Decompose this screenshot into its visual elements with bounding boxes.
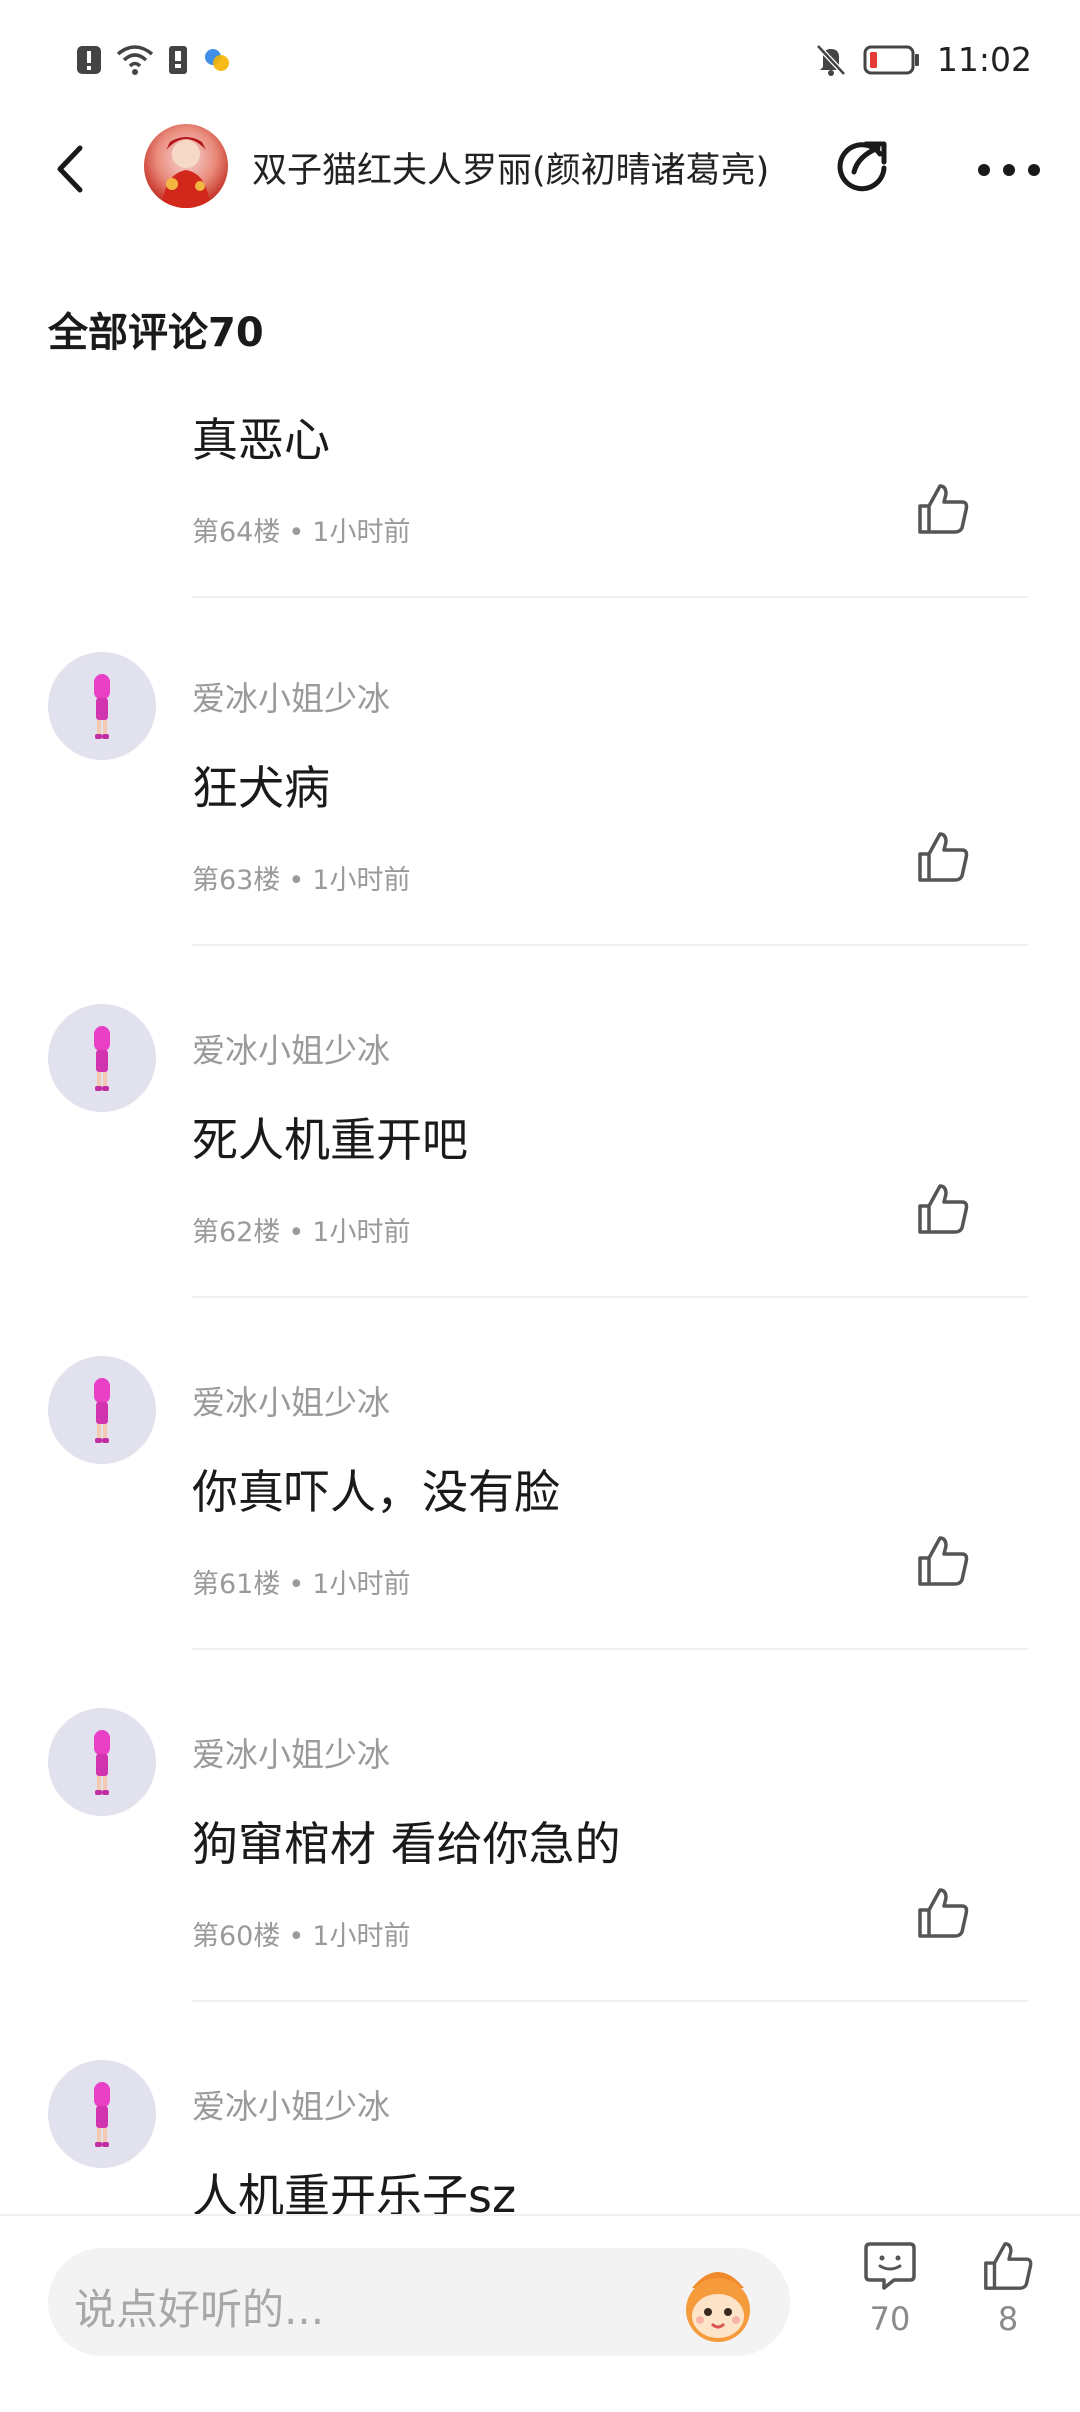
divider <box>192 944 1028 946</box>
battery-icon <box>863 45 919 74</box>
separator-dot: • <box>288 1569 305 1600</box>
separator-dot: • <box>288 865 305 896</box>
separator-dot: • <box>288 1921 305 1952</box>
comment-username[interactable]: 爱冰小姐少冰 <box>192 1728 390 1776</box>
floor-number: 第62楼 <box>192 1217 281 1248</box>
comments-button[interactable]: 70 <box>850 2238 930 2338</box>
avatar-image <box>94 1730 110 1795</box>
comment-bubble-icon <box>864 2242 916 2290</box>
sim-icon <box>169 46 187 74</box>
comment-username[interactable]: 爱冰小姐少冰 <box>192 672 390 720</box>
top-app-bar: 双子猫红夫人罗丽(颜初晴诸葛亮) <box>0 120 1080 218</box>
notification-icon <box>77 46 101 74</box>
clock: 11:02 <box>936 40 1032 79</box>
bottom-comment-bar: 说点好听的... 70 8 <box>0 2214 1080 2390</box>
comment-count: 70 <box>869 2300 911 2338</box>
like-post-button[interactable]: 8 <box>968 2238 1048 2338</box>
comment-meta: 第63楼 • 1小时前 <box>192 858 410 897</box>
comment-meta: 第60楼 • 1小时前 <box>192 1914 410 1953</box>
comment-item: 真恶心 第64楼 • 1小时前 <box>0 304 1080 656</box>
status-bar: 11:02 <box>0 0 1080 130</box>
comment-text: 狗窜棺材 看给你急的 <box>192 1817 621 1871</box>
comment-meta: 第62楼 • 1小时前 <box>192 1210 410 1249</box>
separator-dot: • <box>288 1217 305 1248</box>
user-avatar[interactable] <box>48 652 156 760</box>
user-avatar[interactable] <box>48 1004 156 1112</box>
back-button[interactable] <box>46 142 100 196</box>
avatar-image <box>94 674 110 739</box>
mute-icon <box>816 43 846 76</box>
comment-time: 1小时前 <box>312 517 411 548</box>
like-icon[interactable] <box>914 1180 972 1238</box>
like-icon[interactable] <box>914 1532 972 1590</box>
comment-text: 狂犬病 <box>192 761 330 815</box>
comment-item: 爱冰小姐少冰 狂犬病 第63楼 • 1小时前 <box>0 652 1080 1004</box>
thumbs-up-icon <box>984 2242 1033 2290</box>
like-count: 8 <box>997 2300 1019 2338</box>
comment-input-placeholder: 说点好听的... <box>74 2285 325 2334</box>
floor-number: 第63楼 <box>192 865 281 896</box>
divider <box>192 1648 1028 1650</box>
app-icon <box>205 49 229 71</box>
page-title: 双子猫红夫人罗丽(颜初晴诸葛亮) <box>252 151 770 191</box>
status-icons-left <box>76 44 232 76</box>
comment-username[interactable]: 爱冰小姐少冰 <box>192 1024 390 1072</box>
floor-number: 第61楼 <box>192 1569 281 1600</box>
status-icons-right: 11:02 <box>815 40 1032 79</box>
like-icon[interactable] <box>914 1884 972 1942</box>
divider <box>192 1296 1028 1298</box>
comment-item: 爱冰小姐少冰 狗窜棺材 看给你急的 第60楼 • 1小时前 <box>0 1708 1080 2060</box>
comment-username[interactable]: 爱冰小姐少冰 <box>192 2080 390 2128</box>
floor-number: 第60楼 <box>192 1921 281 1952</box>
separator-dot: • <box>288 517 305 548</box>
divider <box>192 596 1028 598</box>
comment-time: 1小时前 <box>312 1921 411 1952</box>
comment-time: 1小时前 <box>312 1217 411 1248</box>
share-icon[interactable] <box>832 134 894 196</box>
comment-text: 死人机重开吧 <box>192 1113 468 1167</box>
comment-meta: 第61楼 • 1小时前 <box>192 1562 410 1601</box>
user-avatar[interactable] <box>48 1356 156 1464</box>
more-options-icon[interactable] <box>974 150 1044 190</box>
comment-time: 1小时前 <box>312 1569 411 1600</box>
comment-text: 你真吓人，没有脸 <box>192 1465 560 1519</box>
like-icon[interactable] <box>914 480 972 538</box>
comment-item: 爱冰小姐少冰 你真吓人，没有脸 第61楼 • 1小时前 <box>0 1356 1080 1708</box>
comment-time: 1小时前 <box>312 865 411 896</box>
divider <box>192 2000 1028 2002</box>
user-avatar[interactable] <box>48 2060 156 2168</box>
emoji-mascot-icon[interactable] <box>672 2258 764 2350</box>
comment-username[interactable]: 爱冰小姐少冰 <box>192 1376 390 1424</box>
avatar-image <box>94 1026 110 1091</box>
floor-number: 第64楼 <box>192 517 281 548</box>
comment-input[interactable]: 说点好听的... <box>48 2248 790 2356</box>
comment-meta: 第64楼 • 1小时前 <box>192 510 410 549</box>
user-avatar[interactable] <box>48 1708 156 1816</box>
like-icon[interactable] <box>914 828 972 886</box>
comment-item: 爱冰小姐少冰 死人机重开吧 第62楼 • 1小时前 <box>0 1004 1080 1356</box>
author-avatar[interactable] <box>144 124 228 208</box>
avatar-image <box>94 2082 110 2147</box>
avatar-image <box>94 1378 110 1443</box>
comment-text: 真恶心 <box>192 413 330 467</box>
avatar-image <box>162 137 210 208</box>
wifi-icon <box>116 45 154 75</box>
